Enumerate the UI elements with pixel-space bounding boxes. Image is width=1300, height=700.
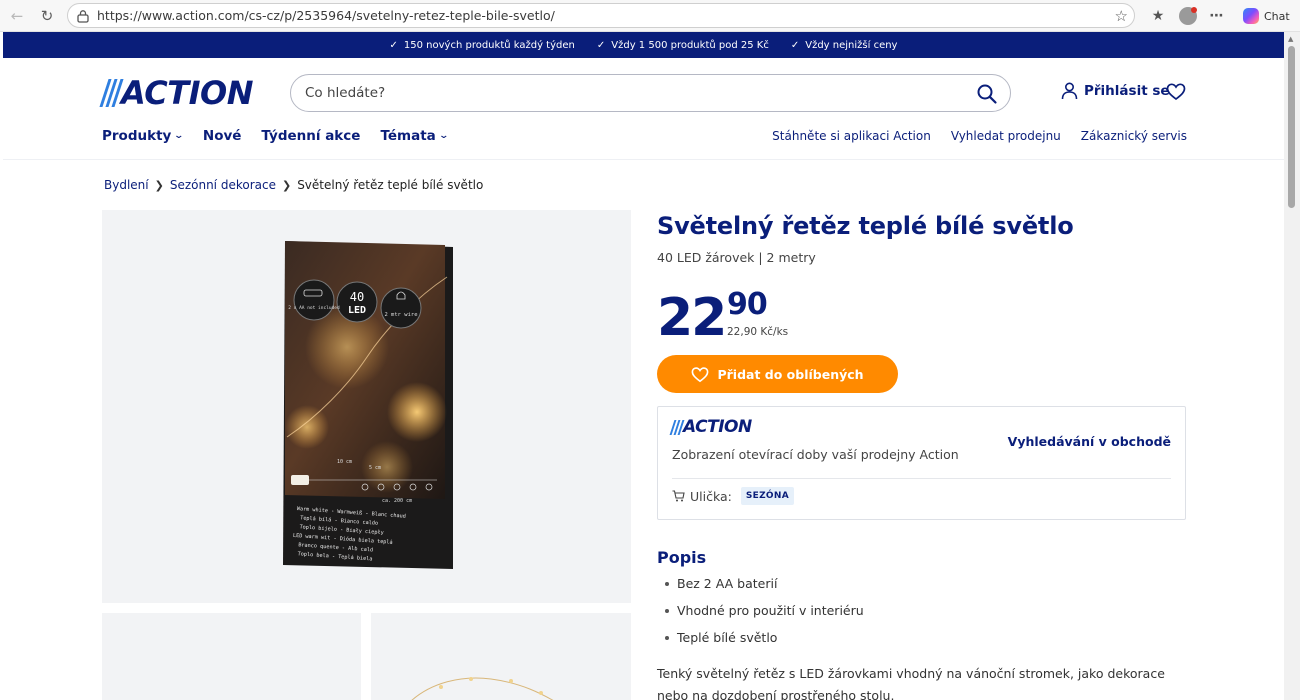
chevron-down-icon: ⌄ — [173, 131, 185, 141]
chevron-down-icon: ⌄ — [438, 131, 449, 141]
search-icon[interactable] — [976, 83, 998, 105]
browser-toolbar: ← ↻ https://www.action.com/cs-cz/p/25359… — [0, 0, 1300, 32]
logo-stripes — [99, 79, 124, 107]
search-input[interactable] — [305, 75, 945, 111]
store-hours-text: Zobrazení otevírací doby vaší prodejny A… — [672, 447, 959, 462]
page-scrollbar[interactable]: ▲ — [1284, 32, 1300, 700]
thumbnail-string-lights-image — [411, 677, 554, 700]
description-text: Tenký světelný řetěz s LED žárovkami vho… — [657, 666, 1165, 700]
store-card-divider — [672, 478, 1171, 479]
store-availability-card: ACTION Zobrazení otevírací doby vaší pro… — [657, 406, 1186, 520]
description-bullets: Bez 2 AA baterií Vhodné pro použití v in… — [665, 574, 864, 655]
site-info-icon[interactable] — [76, 9, 90, 23]
user-icon — [1061, 82, 1078, 100]
breadcrumb-link[interactable]: Bydlení — [104, 178, 149, 192]
store-action-logo: ACTION — [669, 417, 752, 437]
web-page: ✓ 150 nových produktů každý týden ✓ Vždy 1… — [3, 32, 1284, 700]
favorites-icon[interactable]: ★ — [1148, 6, 1168, 26]
package-wire-text: 2 mtr wire — [384, 312, 417, 318]
price-decimal: 90 — [727, 287, 768, 322]
store-finder-link[interactable]: Vyhledat prodejnu — [951, 129, 1061, 143]
list-item: Vhodné pro použití v interiéru — [665, 601, 864, 628]
breadcrumb-current: Světelný řetěz teplé bílé světlo — [297, 178, 484, 192]
package-led-count: 40 — [350, 290, 364, 304]
chevron-right-icon: ❯ — [154, 178, 164, 192]
more-menu-icon[interactable]: ⋯ — [1207, 6, 1227, 26]
favorite-star-icon[interactable]: ☆ — [1115, 7, 1128, 25]
favorite-button-label: Přidat do oblíbených — [717, 366, 864, 382]
menu-item-temata[interactable]: Témata ⌄ — [380, 128, 449, 144]
package-dim-short: 10 cm — [337, 459, 352, 465]
package-dim-mid: 5 cm — [369, 465, 381, 471]
app-download-link[interactable]: Stáhněte si aplikaci Action — [772, 129, 931, 143]
breadcrumb: Bydlení ❯ Sezónní dekorace ❯ Světelný ře… — [104, 178, 483, 192]
address-bar[interactable]: https://www.action.com/cs-cz/p/2535964/s… — [67, 3, 1135, 28]
heart-icon[interactable] — [1166, 82, 1186, 102]
copilot-chat-button[interactable]: Chat — [1239, 5, 1296, 27]
menu-item-produkty[interactable]: Produkty ⌄ — [102, 128, 185, 144]
reload-icon[interactable]: ↻ — [37, 6, 57, 26]
menu-item-tydenni-akce[interactable]: Týdenní akce — [261, 128, 360, 144]
aisle-label: Ulička: — [690, 488, 732, 504]
usp-bar: ✓ 150 nových produktů každý týden ✓ Vždy 1… — [3, 32, 1284, 58]
chat-label: Chat — [1264, 9, 1290, 23]
profile-avatar[interactable] — [1178, 6, 1198, 26]
price-integer: 22 — [657, 288, 727, 348]
product-package-image: 2 x AA not included 40 LED 2 mtr wire 10… — [283, 241, 453, 569]
customer-service-link[interactable]: Zákaznický servis — [1081, 129, 1187, 143]
product-thumbnail[interactable] — [102, 613, 361, 700]
usp-item: ✓ Vždy 1 500 produktů pod 25 Kč — [596, 39, 769, 51]
aisle-badge: SEZÓNA — [740, 487, 794, 505]
aisle-info: Ulička: SEZÓNA — [672, 487, 794, 505]
menu-item-nove[interactable]: Nové — [203, 128, 242, 144]
product-subtitle: 40 LED žárovek | 2 metry — [657, 250, 816, 265]
description-heading: Popis — [657, 548, 707, 567]
action-logo[interactable]: ACTION — [99, 74, 253, 112]
scrollbar-thumb[interactable] — [1288, 46, 1295, 208]
package-dim-long: ca. 200 cm — [382, 498, 412, 504]
check-icon: ✓ — [790, 39, 800, 51]
url-text[interactable]: https://www.action.com/cs-cz/p/2535964/s… — [97, 4, 555, 27]
product-title: Světelný řetěz teplé bílé světlo — [657, 212, 1074, 240]
scroll-up-icon[interactable]: ▲ — [1288, 35, 1293, 43]
heart-icon — [692, 366, 709, 382]
check-icon: ✓ — [389, 39, 398, 51]
back-arrow-icon[interactable]: ← — [7, 6, 27, 26]
usp-item: ✓ 150 nových produktů každý týden — [389, 39, 575, 51]
check-icon: ✓ — [596, 39, 606, 51]
list-item: Teplé bílé světlo — [665, 628, 864, 655]
login-button[interactable]: Přihlásit se — [1061, 82, 1170, 100]
breadcrumb-link[interactable]: Sezónní dekorace — [170, 178, 276, 192]
cart-icon — [672, 490, 685, 502]
main-menu: Produkty ⌄ Nové Týdenní akce Témata ⌄ — [102, 128, 449, 144]
add-to-favorites-button[interactable]: Přidat do oblíbených — [657, 355, 898, 393]
copilot-icon — [1243, 8, 1259, 24]
list-item: Bez 2 AA baterií — [665, 574, 864, 601]
package-led-label: LED — [348, 305, 366, 316]
unit-price: 22,90 Kč/ks — [727, 326, 789, 338]
login-label: Přihlásit se — [1084, 83, 1170, 99]
header-divider — [3, 159, 1284, 160]
chevron-right-icon: ❯ — [281, 178, 292, 192]
product-thumbnail[interactable] — [371, 613, 631, 700]
utility-links: Stáhněte si aplikaci Action Vyhledat pro… — [772, 129, 1187, 143]
logo-text: ACTION — [121, 74, 253, 112]
package-battery-text: 2 x AA not included — [288, 305, 340, 311]
product-image-main[interactable]: 2 x AA not included 40 LED 2 mtr wire 10… — [102, 210, 631, 603]
search-bar[interactable] — [290, 74, 1011, 112]
search-in-store-link[interactable]: Vyhledávání v obchodě — [1008, 434, 1171, 449]
usp-item: ✓ Vždy nejnižší ceny — [790, 39, 898, 51]
